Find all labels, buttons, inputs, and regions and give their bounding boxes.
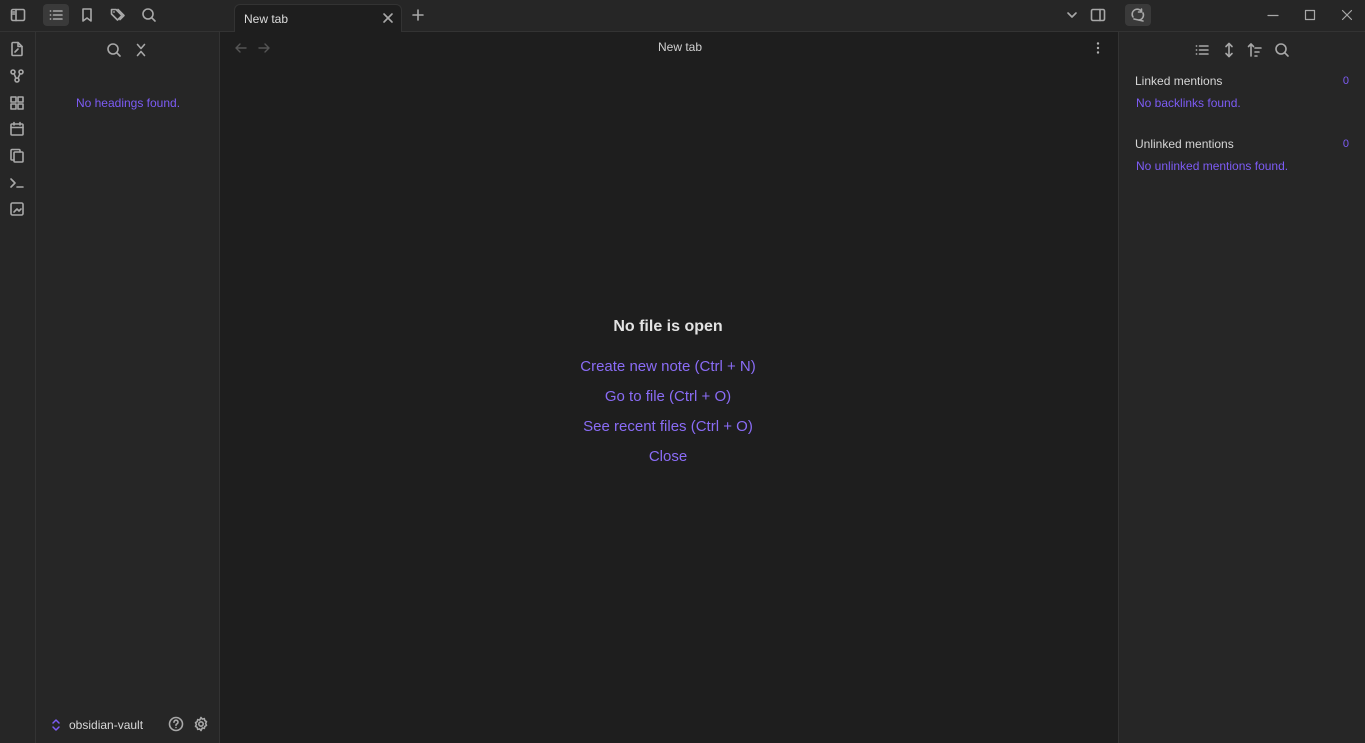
help-icon [168, 716, 184, 732]
tags-tab-button[interactable] [105, 4, 131, 26]
minimize-icon [1267, 14, 1279, 17]
more-vertical-icon [1096, 42, 1100, 54]
insert-template-button[interactable] [7, 146, 27, 166]
canvas-icon [10, 96, 24, 110]
search-icon [142, 8, 156, 22]
open-quick-switcher-button[interactable] [7, 39, 27, 59]
command-palette-icon [10, 178, 24, 188]
search-icon [107, 43, 121, 57]
help-button[interactable] [168, 716, 184, 732]
bookmark-icon [82, 8, 92, 22]
search-icon [1275, 43, 1289, 57]
collapse-all-button[interactable] [130, 40, 152, 60]
collapse-results-button[interactable] [1218, 40, 1240, 60]
close-icon [383, 13, 393, 23]
ribbon [0, 32, 36, 743]
close-tab-button[interactable] [381, 11, 395, 25]
backlink-search-button[interactable] [1271, 40, 1293, 60]
vault-name: obsidian-vault [69, 718, 144, 732]
main-pane: New tab No file is open Create new note … [220, 32, 1118, 743]
create-canvas-button[interactable] [7, 93, 27, 113]
sync-icon [1131, 8, 1145, 22]
linked-mentions-header[interactable]: Linked mentions [1135, 74, 1222, 88]
plus-icon [412, 9, 424, 21]
more-options-button[interactable] [1090, 40, 1106, 56]
empty-state: No file is open Create new note (Ctrl + … [558, 318, 778, 476]
templates-icon [10, 148, 24, 163]
linked-mentions-empty: No backlinks found. [1136, 96, 1241, 110]
collapse-all-icon [136, 43, 146, 57]
open-graph-view-button[interactable] [7, 66, 27, 86]
unlinked-mentions-empty: No unlinked mentions found. [1136, 159, 1289, 173]
see-recent-files-link[interactable]: See recent files (Ctrl + O) [558, 416, 778, 446]
title-bar: New tab [0, 0, 1365, 32]
tab-list-button[interactable] [1059, 4, 1085, 26]
maximize-button[interactable] [1300, 6, 1320, 24]
open-command-palette-button[interactable] [7, 173, 27, 193]
toggle-left-sidebar-button[interactable] [5, 4, 31, 26]
slides-icon [10, 202, 24, 216]
empty-state-heading: No file is open [613, 318, 723, 335]
daily-note-icon [10, 121, 24, 136]
sync-status-button[interactable] [1125, 4, 1151, 26]
expand-vertical-icon [1225, 42, 1233, 58]
show-more-context-button[interactable] [1191, 40, 1213, 60]
unlinked-mentions-header[interactable]: Unlinked mentions [1135, 137, 1234, 151]
tags-icon [110, 8, 125, 21]
outline-empty-message: No headings found. [75, 96, 181, 110]
list-icon [1195, 45, 1209, 55]
vault-switcher[interactable]: obsidian-vault [36, 707, 220, 743]
new-note-icon [11, 41, 23, 57]
open-daily-note-button[interactable] [7, 119, 27, 139]
close-link[interactable]: Close [558, 446, 778, 476]
search-tab-button[interactable] [136, 4, 162, 26]
new-tab-button[interactable] [405, 4, 431, 26]
gear-icon [194, 716, 208, 732]
view-title: New tab [657, 40, 703, 54]
graph-icon [10, 69, 24, 83]
outline-search-button[interactable] [103, 40, 125, 60]
split-panel-icon [1090, 8, 1106, 22]
left-sidebar: No headings found. obsidian-vault [36, 32, 220, 743]
linked-mentions-count: 0 [1342, 75, 1349, 87]
tab-title: New tab [244, 12, 289, 26]
toggle-right-sidebar-button[interactable] [1085, 4, 1111, 26]
bookmarks-tab-button[interactable] [74, 4, 100, 26]
chevron-up-down-icon [52, 719, 60, 731]
minimize-button[interactable] [1263, 6, 1283, 24]
settings-button[interactable] [193, 716, 209, 732]
unlinked-mentions-count: 0 [1342, 138, 1349, 150]
window-close-button[interactable] [1337, 6, 1357, 24]
right-sidebar: Linked mentions 0 No backlinks found. Un… [1118, 32, 1365, 743]
go-to-file-link[interactable]: Go to file (Ctrl + O) [558, 386, 778, 416]
create-new-note-link[interactable]: Create new note (Ctrl + N) [558, 356, 778, 386]
window-close-icon [1341, 9, 1353, 21]
chevron-down-icon [1067, 12, 1077, 18]
change-sort-order-button[interactable] [1244, 40, 1266, 60]
sidebar-toggle-icon [10, 8, 26, 22]
outline-tab-button[interactable] [43, 4, 69, 26]
maximize-icon [1304, 9, 1316, 21]
outline-icon [49, 10, 63, 20]
sort-icon [1247, 43, 1262, 57]
tab-new-tab[interactable]: New tab [234, 4, 402, 32]
start-presentation-button[interactable] [7, 199, 27, 219]
